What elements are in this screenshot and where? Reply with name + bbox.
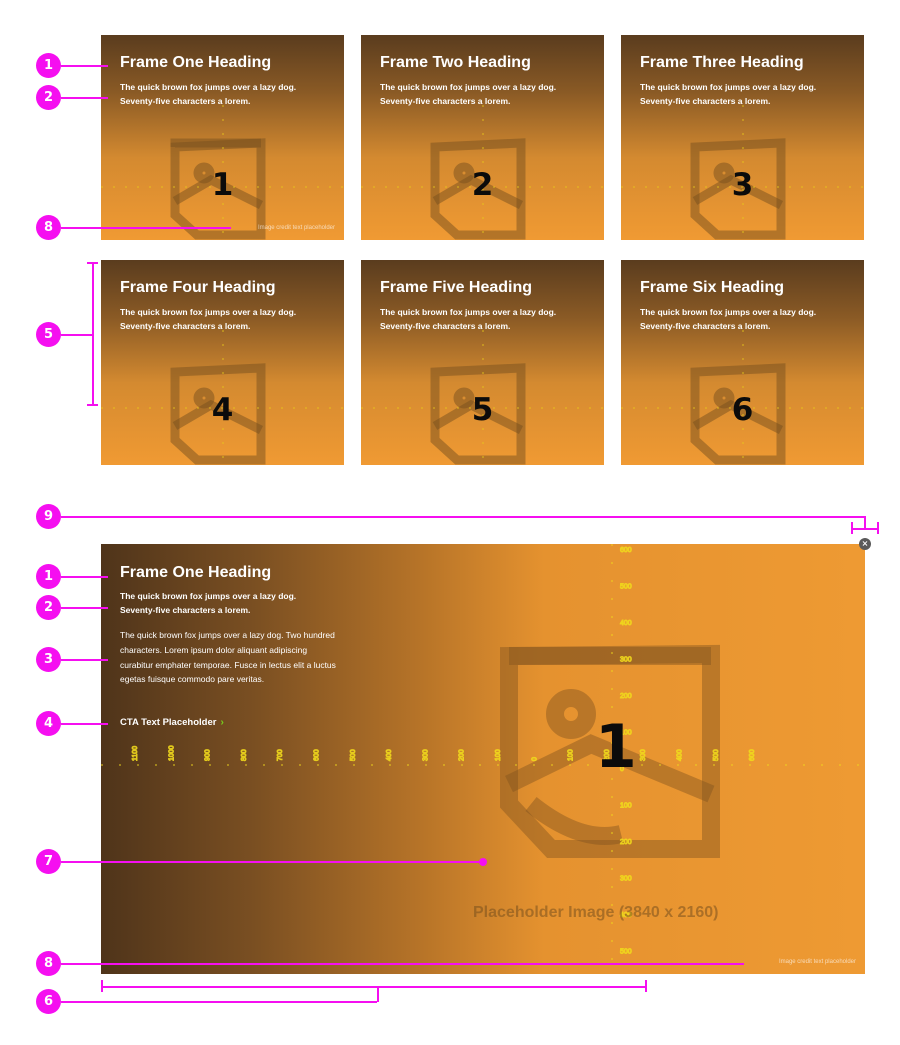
frame-number: 2 (471, 167, 494, 203)
frame-tile-1[interactable]: Frame One Heading The quick brown fox ju… (101, 35, 344, 240)
annotation-bracket (645, 980, 647, 992)
frame-subtext: The quick brown fox jumps over a lazy do… (120, 307, 297, 331)
expanded-subtext: The quick brown fox jumps over a lazy do… (120, 591, 297, 615)
frame-tile-4[interactable]: Frame Four Heading The quick brown fox j… (101, 260, 344, 465)
frame-tile-5[interactable]: Frame Five Heading The quick brown fox j… (361, 260, 604, 465)
frame-number: 4 (211, 392, 234, 428)
ruler-tick-label: 700 (277, 749, 284, 761)
ruler-tick-label: 200 (620, 693, 632, 700)
frame-number: 6 (731, 392, 754, 428)
annotation-marker: 8 (36, 951, 61, 976)
ruler-tick-label: 300 (620, 657, 632, 664)
ruler-tick-label: 600 (749, 749, 756, 761)
annotation-line (61, 97, 108, 99)
annotation-marker: 6 (36, 989, 61, 1014)
annotation-line (61, 516, 865, 518)
frame-subtext: The quick brown fox jumps over a lazy do… (640, 307, 817, 331)
annotation-marker: 9 (36, 504, 61, 529)
ruler-tick-label: 900 (205, 749, 212, 761)
annotation-marker: 1 (36, 53, 61, 78)
annotation-marker: 7 (36, 849, 61, 874)
ruler-tick-label: 500 (620, 584, 632, 591)
annotation-marker: 3 (36, 647, 61, 672)
annotation-line (61, 607, 108, 609)
frame-tile-3[interactable]: Frame Three Heading The quick brown fox … (621, 35, 864, 240)
image-credit: Image credit text placeholder (257, 225, 335, 231)
annotation-line (61, 65, 108, 67)
ruler-tick-label: 200 (459, 749, 466, 761)
frame-subtext: The quick brown fox jumps over a lazy do… (120, 82, 297, 106)
expanded-heading: Frame One Heading (120, 564, 272, 581)
annotation-line (61, 723, 108, 725)
image-credit: Image credit text placeholder (778, 959, 856, 965)
ruler-tick-label: 500 (713, 749, 720, 761)
annotation-dot (479, 858, 487, 866)
ruler-tick-label: 300 (620, 876, 632, 883)
expanded-frame[interactable]: 600 500 400 300 200 100 0 100 200 300 400 500 1100 10… (101, 544, 865, 974)
frame-subtext: The quick brown fox jumps over a lazy do… (380, 82, 557, 106)
frame-heading: Frame Two Heading (380, 54, 531, 71)
ruler-tick-label: 100 (568, 749, 575, 761)
frame-number: 5 (471, 392, 494, 428)
ruler-tick-label: 1000 (168, 745, 175, 761)
annotation-bracket (877, 522, 879, 534)
ruler-tick-label: 600 (620, 547, 632, 554)
annotation-bracket (101, 986, 646, 988)
ruler-tick-label: 0 (531, 757, 538, 761)
annotation-line (61, 227, 231, 229)
close-icon[interactable]: × (859, 538, 871, 550)
annotation-marker: 5 (36, 322, 61, 347)
annotation-line (61, 861, 482, 863)
frame-subtext: The quick brown fox jumps over a lazy do… (640, 82, 817, 106)
frame-number: 1 (211, 167, 234, 203)
expanded-body: The quick brown fox jumps over a lazy do… (120, 630, 336, 685)
frame-number: 3 (731, 167, 754, 203)
cta-link[interactable]: CTA Text Placeholder › (120, 717, 224, 728)
ruler-tick-label: 100 (620, 803, 632, 810)
ruler-tick-label: 800 (241, 749, 248, 761)
frame-tile-2[interactable]: Frame Two Heading The quick brown fox ju… (361, 35, 604, 240)
ruler-tick-label: 400 (620, 620, 632, 627)
ruler-tick-label: 500 (620, 949, 632, 956)
annotation-line (61, 576, 108, 578)
annotation-marker: 1 (36, 564, 61, 589)
ruler-tick-label: 600 (314, 749, 321, 761)
annotation-line (61, 963, 744, 965)
ruler-tick-label: 500 (350, 749, 357, 761)
annotation-bracket (864, 516, 866, 528)
frame-heading: Frame Three Heading (640, 54, 804, 71)
ruler-tick-label: 1100 (132, 746, 139, 761)
annotation-marker: 2 (36, 595, 61, 620)
annotation-line (61, 659, 108, 661)
ruler-tick-label: 400 (386, 749, 393, 761)
chevron-right-icon: › (220, 717, 224, 728)
annotation-marker: 2 (36, 85, 61, 110)
frame-heading: Frame Six Heading (640, 279, 785, 296)
ruler-tick-label: 300 (640, 749, 647, 761)
frame-heading: Frame Five Heading (380, 279, 533, 296)
expanded-number: 1 (595, 712, 637, 782)
frame-heading: Frame Four Heading (120, 279, 276, 296)
annotation-line (61, 1001, 377, 1003)
frame-heading: Frame One Heading (120, 54, 272, 71)
annotation-bracket (92, 262, 94, 405)
ruler-tick-label: 200 (620, 839, 632, 846)
annotation-marker: 8 (36, 215, 61, 240)
annotation-bracket (851, 522, 853, 534)
cta-label: CTA Text Placeholder (120, 717, 217, 728)
annotation-bracket (87, 262, 98, 264)
annotation-marker: 4 (36, 711, 61, 736)
frame-tile-6[interactable]: Frame Six Heading The quick brown fox ju… (621, 260, 864, 465)
placeholder-image-label: Placeholder Image (3840 x 2160) (473, 904, 719, 921)
annotation-bracket (377, 986, 379, 1002)
annotation-line (61, 334, 93, 336)
annotation-bracket (851, 528, 878, 530)
ruler-tick-label: 300 (422, 749, 429, 761)
annotation-bracket (87, 404, 98, 406)
ruler-tick-label: 100 (495, 749, 502, 761)
annotation-bracket (101, 980, 103, 992)
frame-subtext: The quick brown fox jumps over a lazy do… (380, 307, 557, 331)
ruler-tick-label: 400 (677, 749, 684, 761)
